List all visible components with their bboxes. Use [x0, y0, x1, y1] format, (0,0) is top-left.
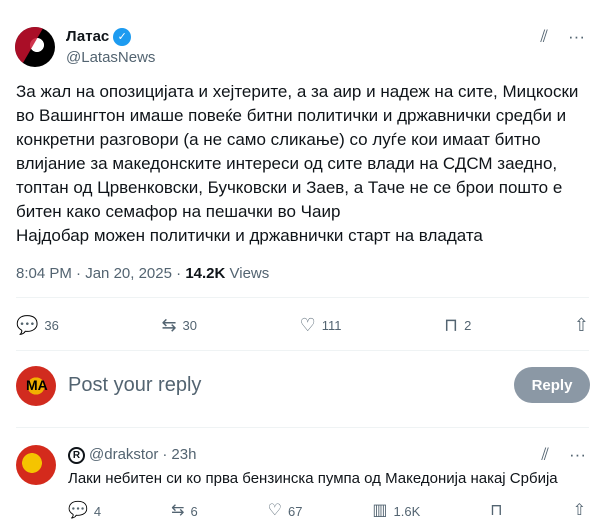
- reply-time[interactable]: 23h: [171, 445, 196, 465]
- reply-reply-count: 4: [93, 503, 102, 519]
- reply-repost-count: 6: [190, 503, 198, 519]
- reply-actions: 💬 4 ⇆ 6 ♡ 67 ▥ 1.6K ⊓ ⇧: [68, 501, 586, 521]
- reply-header: R @drakstor · 23h: [68, 445, 196, 465]
- bookmark-button[interactable]: ⊓ 2: [444, 315, 471, 335]
- divider: [16, 297, 589, 298]
- like-button[interactable]: ♡ 111: [300, 315, 342, 335]
- author-avatar[interactable]: [15, 27, 55, 67]
- tweet-views-count: 14.2K: [185, 265, 226, 282]
- heart-icon: ♡: [267, 502, 282, 519]
- tweet-views-label: Views: [229, 265, 270, 282]
- repost-icon: ⇆: [171, 502, 185, 519]
- reply-count: 36: [44, 317, 59, 333]
- reply-text: Лаки небитен си ко прва бензинска пумпа …: [68, 470, 558, 487]
- reply-views-button[interactable]: ▥ 1.6K: [372, 501, 420, 521]
- reply-reply-button[interactable]: 💬 4: [68, 501, 101, 521]
- like-count: 111: [321, 317, 342, 333]
- reply-author-avatar[interactable]: [16, 445, 56, 485]
- reply-handle[interactable]: @drakstor: [89, 445, 158, 465]
- share-button[interactable]: ⇧: [574, 315, 589, 335]
- bookmark-icon: ⊓: [444, 315, 459, 335]
- reply-views-count: 1.6K: [393, 503, 421, 519]
- current-user-avatar[interactable]: MA: [16, 366, 56, 406]
- reply-top-actions: ⫽ ···: [541, 445, 586, 465]
- divider: [16, 350, 589, 351]
- share-icon: ⇧: [573, 315, 589, 335]
- reply-repost-button[interactable]: ⇆ 6: [171, 501, 198, 521]
- reply-icon: 💬: [16, 315, 39, 335]
- reply-share-button[interactable]: ⇧: [573, 501, 586, 521]
- reply-bookmark-button[interactable]: ⊓: [490, 501, 502, 521]
- reply-icon: 💬: [68, 502, 88, 519]
- reply-button[interactable]: 💬 36: [16, 315, 59, 335]
- bookmark-icon: ⊓: [490, 502, 503, 519]
- registered-icon: R: [68, 446, 85, 464]
- reply-submit-button[interactable]: Reply: [514, 367, 590, 403]
- repost-count: 30: [182, 317, 198, 333]
- heart-icon: ♡: [299, 315, 316, 335]
- reply-composer: MA Post your reply Reply: [16, 364, 590, 408]
- grok-icon[interactable]: ⫽: [540, 27, 548, 47]
- tweet-top-actions: ⫽ ···: [540, 27, 585, 47]
- repost-button[interactable]: ⇆ 30: [161, 315, 197, 335]
- tweet-text: За жал на опозицијата и хејтерите, а за …: [16, 82, 579, 245]
- reply-input[interactable]: Post your reply: [68, 374, 201, 397]
- share-icon: ⇧: [572, 502, 586, 519]
- more-icon[interactable]: ···: [569, 445, 586, 465]
- more-icon[interactable]: ···: [568, 27, 585, 47]
- author-block: Латас ✓ @LatasNews: [66, 27, 155, 68]
- reply-like-count: 67: [287, 503, 303, 519]
- views-icon: ▥: [372, 502, 388, 519]
- tweet-meta: 8:04 PM · Jan 20, 2025 · 14.2K Views: [16, 265, 270, 282]
- reply-like-button[interactable]: ♡ 67: [268, 501, 303, 521]
- repost-icon: ⇆: [161, 315, 177, 335]
- bookmark-count: 2: [464, 317, 472, 333]
- verified-badge-icon: ✓: [113, 28, 132, 46]
- tweet-actions: 💬 36 ⇆ 30 ♡ 111 ⊓ 2 ⇧: [16, 315, 589, 335]
- tweet-time[interactable]: 8:04 PM: [16, 265, 72, 282]
- grok-icon[interactable]: ⫽: [541, 445, 549, 465]
- author-handle[interactable]: @LatasNews: [66, 48, 155, 68]
- avatar-text: MA: [26, 377, 48, 393]
- tweet-date[interactable]: Jan 20, 2025: [85, 265, 172, 282]
- divider: [16, 427, 589, 428]
- author-name[interactable]: Латас: [66, 27, 109, 47]
